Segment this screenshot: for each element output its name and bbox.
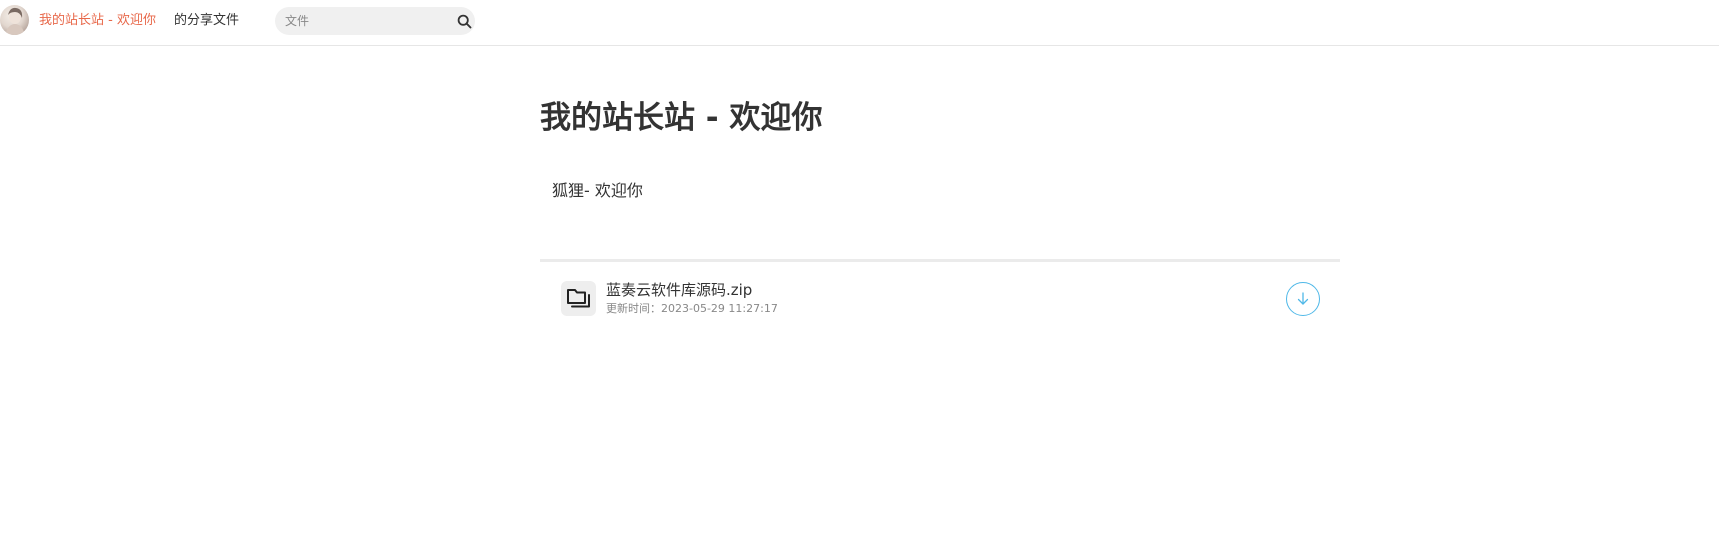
search-input[interactable] xyxy=(285,7,445,35)
file-updated-time: 更新时间：2023-05-29 11:27:17 xyxy=(606,302,778,315)
folder-icon xyxy=(561,281,596,316)
divider xyxy=(540,259,1340,262)
search-icon[interactable] xyxy=(457,14,472,29)
file-name[interactable]: 蓝奏云软件库源码.zip xyxy=(606,280,752,300)
site-name-link[interactable]: 我的站长站 - 欢迎你 xyxy=(39,12,156,29)
download-button[interactable] xyxy=(1286,282,1320,316)
download-icon xyxy=(1297,292,1309,305)
top-bar: 我的站长站 - 欢迎你 的分享文件 xyxy=(0,0,1719,46)
page-description: 狐狸- 欢迎你 xyxy=(552,181,643,200)
share-label: 的分享文件 xyxy=(174,13,240,28)
page-title: 我的站长站 - 欢迎你 xyxy=(540,100,823,136)
search-box xyxy=(275,7,475,35)
file-list-item[interactable]: 蓝奏云软件库源码.zip 更新时间：2023-05-29 11:27:17 xyxy=(540,266,1340,334)
avatar[interactable] xyxy=(0,5,29,35)
